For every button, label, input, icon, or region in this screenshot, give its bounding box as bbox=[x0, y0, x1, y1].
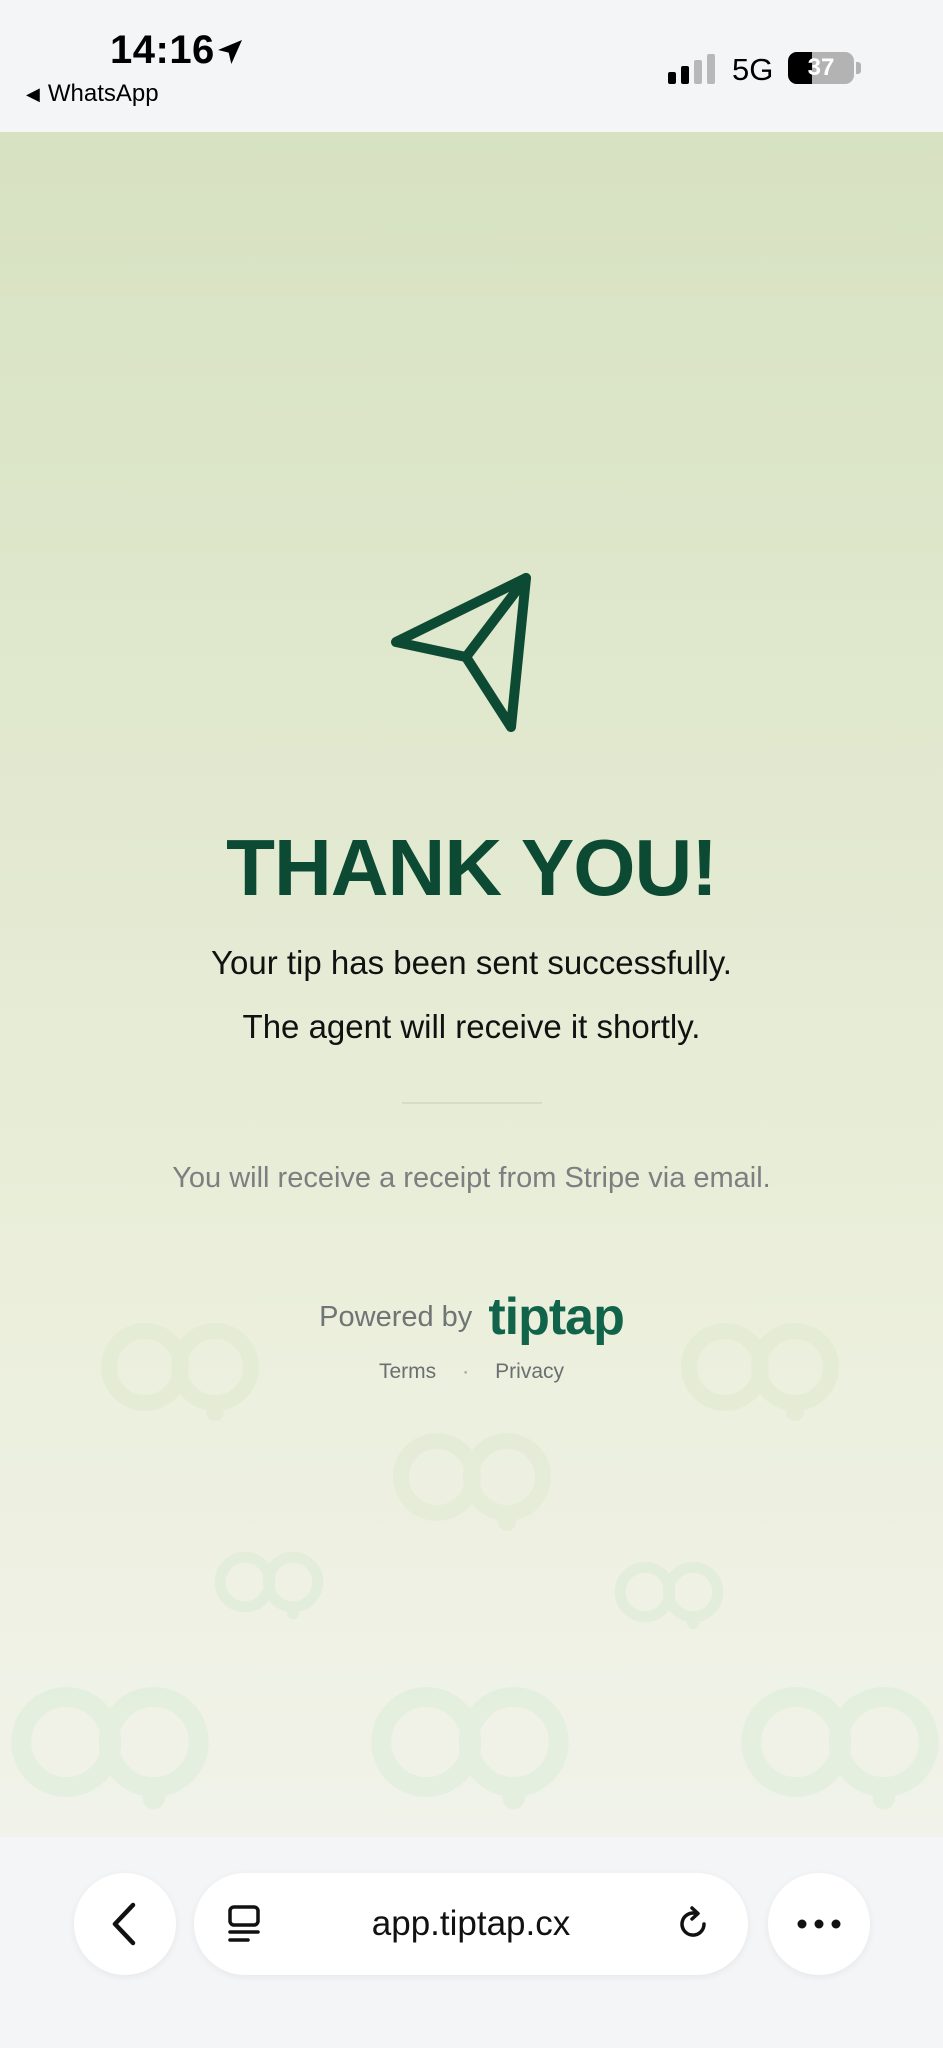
agent-message: The agent will receive it shortly. bbox=[242, 1008, 701, 1045]
watermark-logo-icon bbox=[741, 1687, 939, 1810]
receipt-note: You will receive a receipt from Stripe v… bbox=[172, 1162, 771, 1194]
browser-toolbar: app.tiptap.cx bbox=[0, 1837, 943, 2048]
terms-link[interactable]: Terms bbox=[379, 1360, 436, 1384]
web-content: THANK YOU! Your tip has been sent succes… bbox=[0, 132, 943, 1837]
back-app-label: WhatsApp bbox=[47, 80, 159, 107]
watermark-logo-icon bbox=[214, 1551, 324, 1620]
status-time: 14:16 bbox=[110, 28, 215, 72]
divider bbox=[402, 1102, 542, 1104]
address-bar[interactable]: app.tiptap.cx bbox=[194, 1873, 748, 1975]
footer-links: Terms · Privacy bbox=[0, 1360, 943, 1384]
back-triangle-icon: ◀ bbox=[26, 83, 40, 104]
battery-icon: 37 bbox=[788, 52, 854, 84]
privacy-link[interactable]: Privacy bbox=[495, 1360, 564, 1384]
back-to-app-link[interactable]: ◀ WhatsApp bbox=[26, 80, 159, 108]
status-bar: 14:16 ◀ WhatsApp 5G 37 bbox=[0, 0, 943, 132]
signal-icon bbox=[668, 54, 715, 84]
success-message: Your tip has been sent successfully. bbox=[211, 944, 732, 981]
more-button[interactable] bbox=[768, 1873, 870, 1975]
battery-percent: 37 bbox=[807, 54, 835, 81]
powered-by: Powered by tiptap bbox=[0, 1287, 943, 1347]
back-button[interactable] bbox=[74, 1873, 176, 1975]
tiptap-logo[interactable]: tiptap bbox=[488, 1287, 625, 1347]
battery-tip bbox=[856, 62, 861, 74]
powered-by-label: Powered by bbox=[319, 1300, 473, 1333]
watermark-logo-icon bbox=[11, 1687, 209, 1810]
watermark-logo-icon bbox=[371, 1687, 569, 1810]
page-title: THANK YOU! bbox=[226, 823, 718, 912]
paper-plane-icon bbox=[391, 573, 531, 732]
link-separator: · bbox=[462, 1360, 470, 1383]
network-type: 5G bbox=[732, 52, 774, 87]
url-text: app.tiptap.cx bbox=[371, 1904, 571, 1943]
reload-icon[interactable] bbox=[674, 1905, 712, 1943]
back-chevron-icon bbox=[112, 1902, 136, 1946]
watermark-logo-icon bbox=[393, 1433, 551, 1531]
watermark-logo-icon bbox=[614, 1561, 724, 1630]
location-arrow-icon bbox=[218, 40, 242, 64]
more-icon bbox=[797, 1919, 841, 1929]
